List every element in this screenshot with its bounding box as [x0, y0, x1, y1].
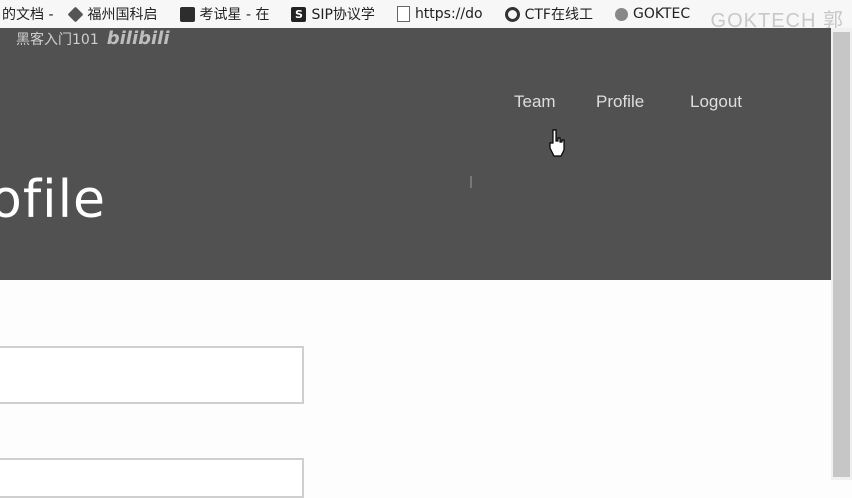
profile-field-1[interactable] [0, 346, 304, 404]
diamond-icon [67, 6, 83, 22]
bookmark-label: 的文档 - [2, 7, 54, 23]
bookmark-label: https://do [414, 6, 483, 22]
bookmark-label: GOKTEC [632, 6, 691, 22]
site-header: 黑客入门101 bilibili Team Profile Logout ofi… [0, 28, 831, 280]
hand-cursor-icon [549, 129, 565, 157]
bookmark-item[interactable]: https://do [396, 6, 483, 22]
nav-link-team[interactable]: Team [514, 92, 556, 112]
scrollbar[interactable] [831, 28, 852, 480]
bookmark-label: 福州国科启 [87, 7, 158, 23]
scroll-thumb[interactable] [833, 32, 850, 477]
bilibili-logo: bilibili [106, 28, 170, 49]
file-icon [396, 6, 410, 22]
video-overlay: 黑客入门101 bilibili [16, 28, 170, 49]
bookmark-item[interactable]: S SIP协议学 [291, 4, 375, 24]
page-title: ofile [0, 170, 107, 230]
circle-logo-icon [504, 6, 520, 22]
bookmark-item[interactable]: 福州国科启 [67, 4, 158, 24]
text-caret [470, 176, 472, 188]
overlay-text: 黑客入门101 [16, 31, 99, 48]
bookmark-item[interactable]: GOKTEC [614, 6, 691, 22]
bookmark-item[interactable]: CTF在线工 [504, 4, 593, 24]
nav-link-logout[interactable]: Logout [690, 92, 742, 112]
s-logo-icon: S [291, 6, 307, 22]
profile-field-2[interactable] [0, 458, 304, 498]
bookmark-item[interactable]: 考试星 - 在 [179, 4, 270, 24]
tool-icon [179, 6, 195, 22]
bookmark-label: 考试星 - 在 [199, 7, 270, 23]
bookmark-label: CTF在线工 [524, 7, 593, 23]
gok-icon [614, 7, 628, 21]
bookmark-item[interactable]: 的文档 - [2, 4, 54, 24]
bookmark-label: SIP协议学 [311, 7, 375, 23]
nav-link-profile[interactable]: Profile [596, 92, 644, 112]
